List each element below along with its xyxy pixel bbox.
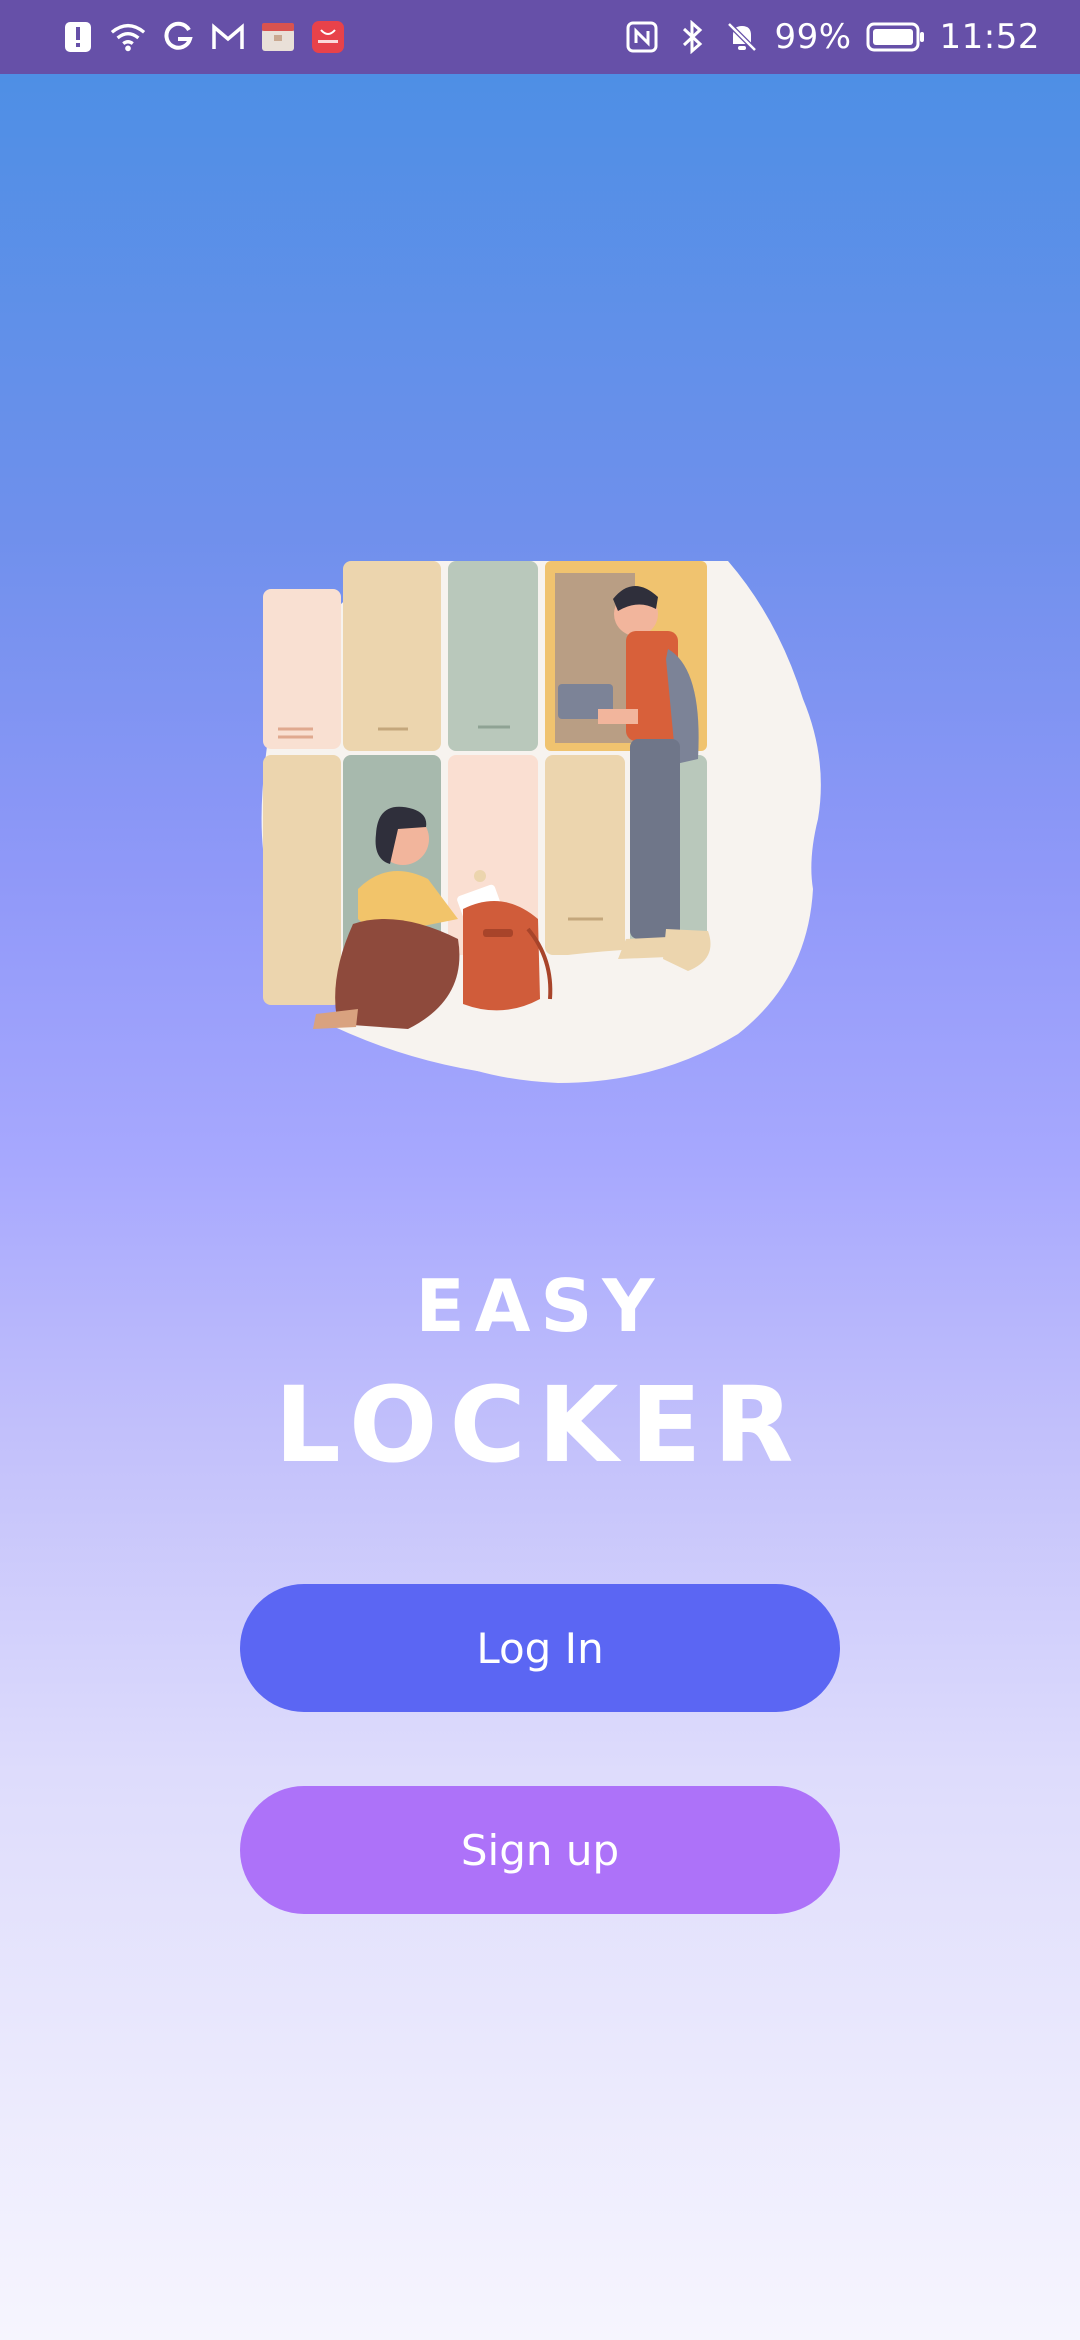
locker-illustration xyxy=(258,559,822,1083)
app-title-line2: LOCKER xyxy=(274,1364,806,1486)
wifi-icon xyxy=(110,19,146,55)
bluetooth-icon xyxy=(674,19,710,55)
battery-percent: 99% xyxy=(774,17,852,57)
status-right: 99% 11:52 xyxy=(624,17,1040,57)
status-bar: 99% 11:52 xyxy=(0,0,1080,74)
app-title-line1: EASY xyxy=(415,1264,665,1348)
mute-icon xyxy=(724,19,760,55)
status-left xyxy=(60,19,346,55)
huawei-app-icon xyxy=(310,19,346,55)
app-store-icon xyxy=(260,19,296,55)
alert-icon xyxy=(60,19,96,55)
clock: 11:52 xyxy=(939,17,1040,57)
google-icon xyxy=(160,19,196,55)
battery-icon xyxy=(866,19,926,55)
gmail-icon xyxy=(210,19,246,55)
welcome-screen: EASY LOCKER Log In Sign up xyxy=(0,74,1080,2340)
nfc-icon xyxy=(624,19,660,55)
login-button[interactable]: Log In xyxy=(240,1584,840,1712)
signup-button[interactable]: Sign up xyxy=(240,1786,840,1914)
